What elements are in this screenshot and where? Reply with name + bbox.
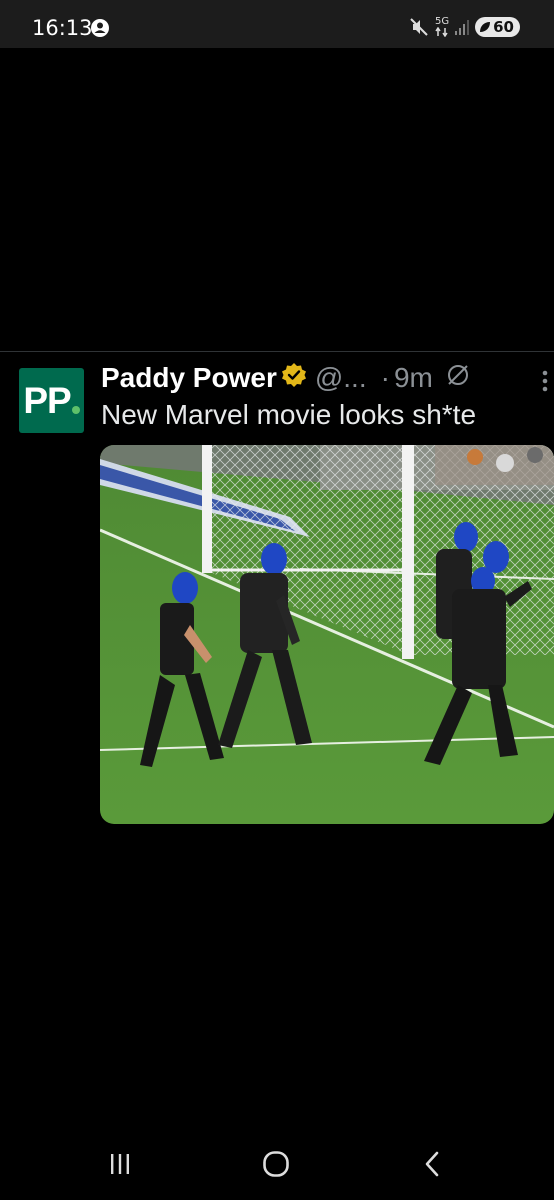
account-circle-icon [90,18,110,38]
post-media[interactable] [100,445,554,824]
avatar-dot [71,405,80,414]
battery-saver-icon [480,22,491,32]
status-bar: 16:13 5G 60 [0,0,554,48]
back-icon[interactable] [412,1148,452,1180]
recent-apps-icon[interactable] [100,1148,140,1180]
more-options-icon[interactable] [540,368,550,396]
system-nav-bar [0,1128,554,1200]
author-name[interactable]: Paddy Power [101,362,277,394]
football-pitch-photo [100,445,554,824]
avatar[interactable]: PP [19,368,84,433]
verified-badge-icon [281,362,307,395]
signal-icon [455,19,470,35]
post-text: New Marvel movie looks sh*te [101,399,477,430]
post-header: Paddy Power @... · 9m [101,360,471,396]
battery-indicator: 60 [475,17,520,37]
battery-level: 60 [493,18,514,36]
5g-data-icon: 5G [435,17,449,37]
post-divider [0,351,554,352]
author-handle[interactable]: @... [315,362,367,394]
grok-icon[interactable] [445,362,471,395]
home-icon[interactable] [256,1148,296,1180]
avatar-text: PP [23,379,71,421]
status-icons: 5G 60 [409,14,520,40]
network-label: 5G [435,16,450,27]
mute-icon [409,17,429,37]
status-time: 16:13 [32,16,93,40]
header-separator: · [380,362,390,393]
post-timestamp[interactable]: 9m [394,362,433,394]
